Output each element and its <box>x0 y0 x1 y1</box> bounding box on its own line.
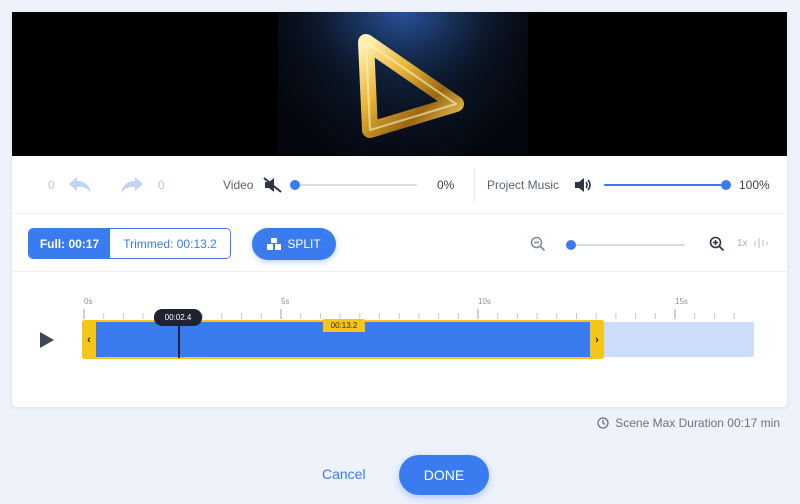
trim-start-handle[interactable]: ‹ <box>82 320 96 359</box>
trim-duration-badge: 00:13.2 <box>323 319 365 332</box>
trim-toolbar: Full: 00:17 Trimmed: 00:13.2 SPLIT 1x <box>12 214 787 272</box>
undo-count: 0 <box>48 178 55 192</box>
trim-mode-toggle: Full: 00:17 Trimmed: 00:13.2 <box>28 228 231 259</box>
playhead-line[interactable] <box>178 326 180 358</box>
video-volume-value: 0% <box>437 178 455 192</box>
max-duration-note: Scene Max Duration 00:17 min <box>597 416 780 430</box>
undo-arrow-icon[interactable] <box>66 173 94 197</box>
split-button[interactable]: SPLIT <box>252 228 336 260</box>
tick-label-5s: 5s <box>281 297 290 306</box>
project-music-label: Project Music <box>487 178 560 192</box>
trimmed-duration-option[interactable]: Trimmed: 00:13.2 <box>110 229 230 258</box>
toolbar-divider <box>474 168 475 202</box>
zoom-in-icon[interactable] <box>709 236 725 252</box>
tick-label-15s: 15s <box>675 297 688 306</box>
clock-icon <box>597 417 609 429</box>
video-thumbnail <box>278 12 528 156</box>
zoom-slider[interactable] <box>572 244 685 246</box>
play-icon[interactable] <box>39 331 55 349</box>
zoom-slider-knob[interactable] <box>566 240 576 250</box>
done-button[interactable]: DONE <box>399 455 489 495</box>
zoom-out-icon[interactable] <box>530 236 546 252</box>
full-duration-option[interactable]: Full: 00:17 <box>29 229 110 258</box>
waveform-icon[interactable] <box>753 236 769 250</box>
tick-label-10s: 10s <box>478 297 491 306</box>
video-preview[interactable] <box>12 12 787 156</box>
playhead-time[interactable]: 00:02.4 <box>154 309 202 326</box>
video-volume-slider[interactable] <box>294 184 417 186</box>
trim-end-handle[interactable]: › <box>590 320 604 359</box>
timeline: 0s 5s 10s 15s ‹ › 00:13.2 00:02.4 <box>12 272 787 407</box>
gold-play-logo-image <box>278 12 528 156</box>
music-volume-value: 100% <box>739 178 770 192</box>
video-volume-knob[interactable] <box>290 180 300 190</box>
zoom-level: 1x <box>737 238 748 249</box>
volume-on-icon[interactable] <box>572 176 594 194</box>
audio-toolbar: 0 0 Video 0% Project Music 100% <box>12 156 787 214</box>
video-editor-card: 0 0 Video 0% Project Music 100% Full: 00… <box>12 12 787 407</box>
split-label: SPLIT <box>287 237 321 251</box>
music-volume-knob[interactable] <box>721 180 731 190</box>
video-volume-label: Video <box>223 178 254 192</box>
cancel-button[interactable]: Cancel <box>322 466 366 482</box>
tick-label-0s: 0s <box>84 297 93 306</box>
music-volume-fill <box>604 184 726 186</box>
redo-arrow-icon[interactable] <box>118 173 146 197</box>
split-blocks-icon <box>267 238 282 250</box>
max-duration-text: Scene Max Duration 00:17 min <box>615 416 780 430</box>
redo-count: 0 <box>158 178 165 192</box>
volume-muted-icon[interactable] <box>262 176 284 194</box>
